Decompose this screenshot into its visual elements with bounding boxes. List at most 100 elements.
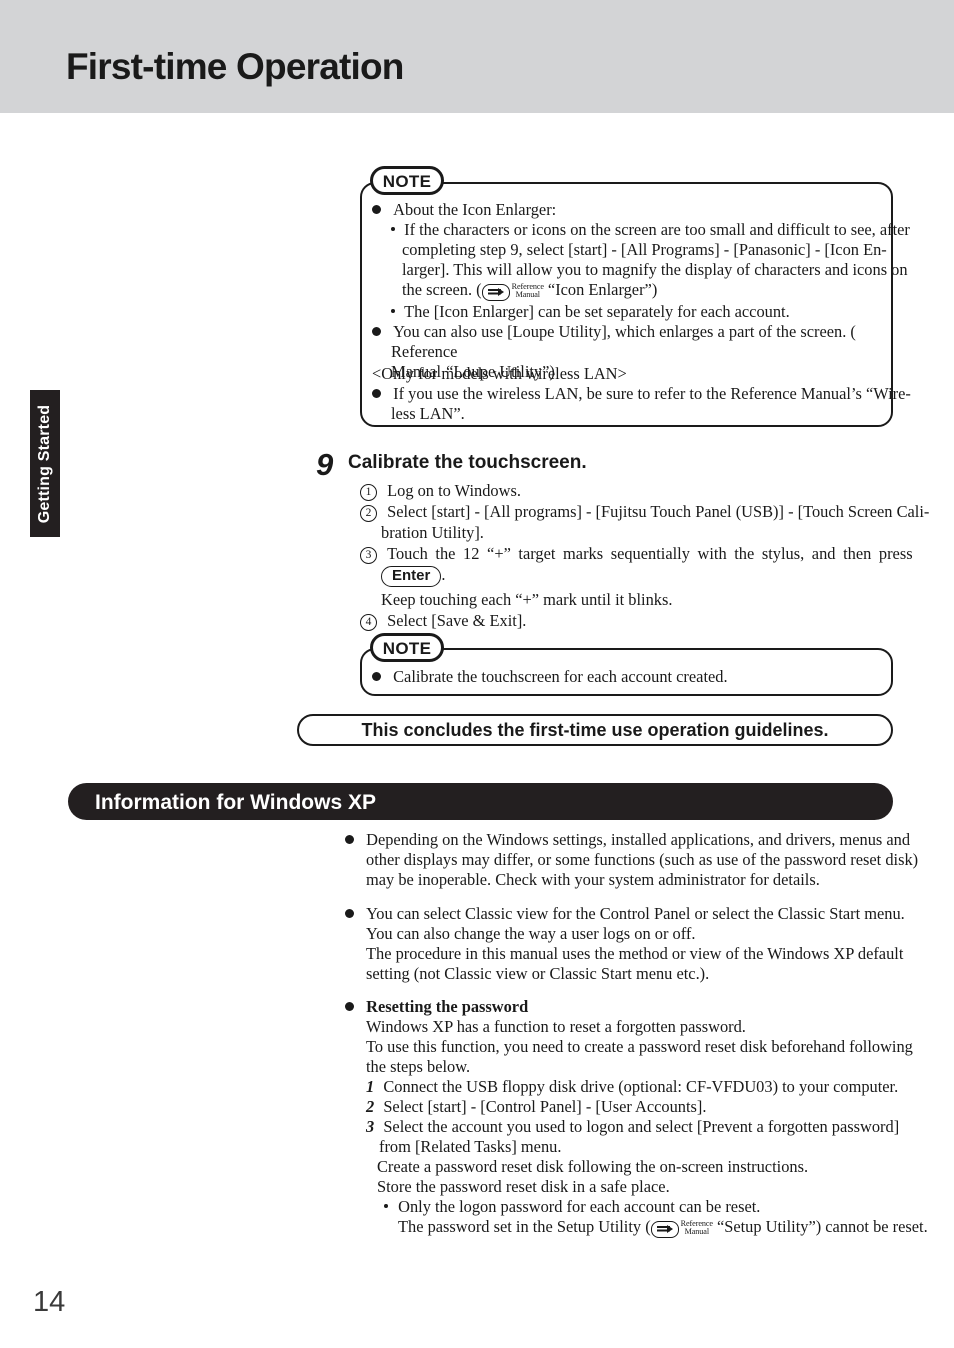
section-block-line: The procedure in this manual uses the me… (345, 944, 905, 964)
section-block-text: Depending on the Windows settings, insta… (366, 830, 911, 849)
dash-dot-icon (391, 227, 395, 231)
page-number: 14 (33, 1286, 66, 1318)
step9-item: 3 Touch the 12 “+” target marks sequenti… (360, 544, 913, 565)
section-block-text: You can also change the way a user logs … (366, 924, 696, 943)
note-line-text: You can also use [Loupe Utility], which … (393, 322, 856, 341)
section-block-text: You can select Classic view for the Cont… (366, 904, 905, 923)
note-line-text: The [Icon Enlarger] can be set separatel… (404, 302, 790, 321)
note-line: If you use the wireless LAN, be sure to … (372, 384, 911, 404)
step9-item: 2 Select [start] - [All programs] - [Fuj… (360, 502, 929, 523)
note-line-text: the screen. ( (402, 280, 482, 299)
dash-dot-icon (384, 1204, 388, 1208)
password-intro-line: To use this function, you need to create… (345, 1037, 913, 1057)
password-tail-text: Store the password reset disk in a safe … (377, 1177, 670, 1196)
section-block-text: setting (not Classic view or Classic Sta… (366, 964, 710, 983)
section-banner-label: Information for Windows XP (95, 791, 376, 814)
step9-item: 4 Select [Save & Exit]. (360, 611, 900, 632)
section-block-line: You can select Classic view for the Cont… (345, 904, 905, 924)
note-line: completing step 9, select [start] - [All… (372, 240, 887, 260)
reference-manual-glyph: Reference Manual (650, 1219, 713, 1240)
bullet-icon (372, 672, 381, 681)
section-block-line: You can also change the way a user logs … (345, 924, 905, 944)
dash-dot-icon (391, 309, 395, 313)
refman-line2: Manual (684, 1227, 710, 1236)
refman-line2: Manual (515, 290, 541, 299)
step9-blink-text: Keep touching each “+” mark until it bli… (381, 590, 673, 609)
password-intro-text: the steps below. (366, 1057, 471, 1076)
reference-manual-words: Reference Manual (512, 282, 544, 300)
conclusion-banner: This concludes the first-time use operat… (297, 714, 893, 746)
section-block-line: other displays may differ, or some funct… (345, 850, 918, 870)
section-block-text: other displays may differ, or some funct… (366, 850, 919, 869)
password-final-line: The password set in the Setup Utility (R… (345, 1217, 928, 1241)
section-block-line: Depending on the Windows settings, insta… (345, 830, 910, 850)
reference-manual-words: Reference Manual (681, 1219, 713, 1237)
step9-items: 1 Log on to Windows. 2 Select [start] - … (360, 481, 929, 632)
password-step: 1 Connect the USB floppy disk drive (opt… (345, 1077, 905, 1097)
enter-key-label: Enter (381, 566, 442, 587)
sidebar-tab-getting-started: Getting Started (30, 390, 60, 537)
step-title: Calibrate the touchscreen. (348, 452, 587, 473)
password-block-heading: Resetting the password (345, 997, 905, 1017)
password-heading-text: Resetting the password (366, 997, 529, 1016)
bullet-icon (345, 909, 354, 918)
note-line-text: completing step 9, select [start] - [All… (402, 240, 887, 259)
bullet-icon (372, 205, 381, 214)
section-banner-windows-xp: Information for Windows XP (68, 783, 893, 820)
note-line-text: <Only for models with wireless LAN> (372, 364, 627, 383)
password-step-text: Connect the USB floppy disk drive (optio… (383, 1077, 899, 1096)
reference-manual-glyph: Reference Manual (481, 282, 544, 303)
note-line: The [Icon Enlarger] can be set separatel… (372, 302, 887, 322)
note-line: Reference Manual “Loupe Utility”) (372, 342, 887, 381)
step-number: 2 (366, 1097, 375, 1116)
bullet-icon (372, 389, 381, 398)
step9-blink-line: Keep touching each “+” mark until it bli… (360, 590, 900, 611)
note-line: the screen. ( Reference Manual “Icon Enlarg… (372, 280, 887, 302)
circled-number-icon: 1 (360, 484, 377, 501)
section-block-text: may be inoperable. Check with your syste… (366, 870, 820, 889)
note-line: <Only for models with wireless LAN> (372, 364, 887, 384)
section-block-text: The procedure in this manual uses the me… (366, 944, 904, 963)
password-tail-line: Create a password reset disk following t… (345, 1157, 905, 1177)
note-line: If the characters or icons on the screen… (372, 220, 910, 240)
pointing-hand-icon (650, 1221, 679, 1238)
password-subdot-text: Only the logon password for each account… (398, 1197, 761, 1216)
note-line-text: About the Icon Enlarger: (393, 200, 557, 219)
step9-item-text: Log on to Windows. (387, 481, 521, 500)
note-line: larger]. This will allow you to magnify … (372, 260, 908, 280)
refman-line1: Reference (391, 342, 458, 361)
password-step-text: from [Related Tasks] menu. (379, 1137, 562, 1156)
note-bottom-text: Calibrate the touchscreen for each accou… (393, 667, 728, 686)
note-line-text-after: “Icon Enlarger”) (547, 280, 658, 299)
note-line: less LAN”. (372, 404, 887, 424)
password-intro-line: the steps below. (345, 1057, 905, 1077)
note-line-text: less LAN”. (391, 404, 465, 423)
note-line-text: larger]. This will allow you to magnify … (402, 260, 908, 279)
password-intro-text: To use this function, you need to create… (366, 1037, 913, 1056)
sidebar-tab-label: Getting Started (36, 404, 53, 523)
password-subdot-line: Only the logon password for each account… (345, 1197, 905, 1217)
password-step-text: Select the account you used to logon and… (383, 1117, 900, 1136)
page-title: First-time Operation (66, 46, 404, 87)
password-tail-text: Create a password reset disk following t… (377, 1157, 809, 1176)
step-number-9: 9 (316, 447, 334, 482)
keycap-suffix: . (441, 565, 446, 584)
step-number: 1 (366, 1077, 375, 1096)
section-body: Depending on the Windows settings, insta… (345, 830, 928, 1241)
password-step: 2 Select [start] - [Control Panel] - [Us… (345, 1097, 905, 1117)
step9-item: 1 Log on to Windows. (360, 481, 900, 502)
bullet-icon (345, 835, 354, 844)
circled-number-icon: 3 (360, 547, 377, 564)
step-number: 3 (366, 1117, 375, 1136)
step9-item-text: Select [Save & Exit]. (387, 611, 527, 630)
step9-item-text: Touch the 12 “+” target marks sequential… (387, 544, 913, 563)
note-badge-top: NOTE (370, 166, 444, 195)
circled-number-icon: 2 (360, 505, 377, 522)
step9-item-text: Select [start] - [All programs] - [Fujit… (387, 502, 930, 521)
conclusion-text: This concludes the first-time use operat… (361, 720, 829, 740)
password-step-text: Select [start] - [Control Panel] - [User… (383, 1097, 707, 1116)
password-step: 3 Select the account you used to logon a… (345, 1117, 905, 1137)
note-line: You can also use [Loupe Utility], which … (372, 322, 887, 342)
